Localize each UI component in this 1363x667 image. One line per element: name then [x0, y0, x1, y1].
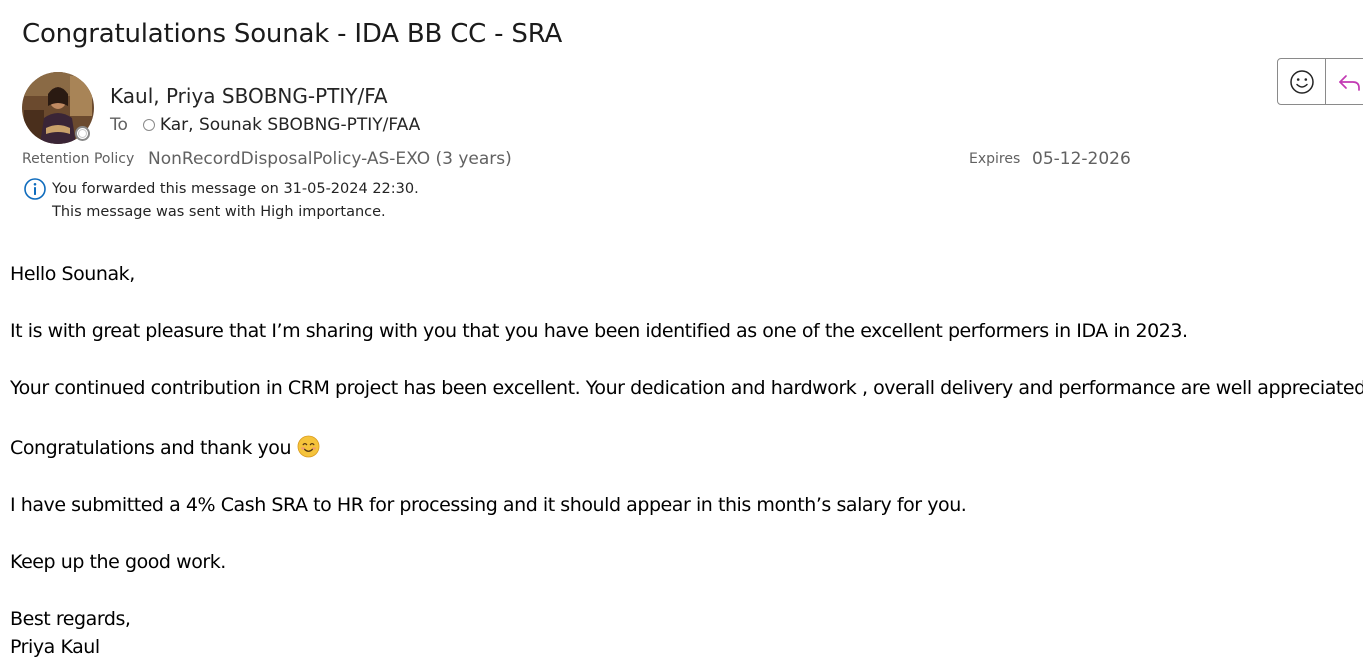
body-paragraph-5: Keep up the good work.	[10, 551, 226, 573]
reaction-button[interactable]	[1278, 59, 1325, 104]
forwarded-info: You forwarded this message on 31-05-2024…	[52, 181, 419, 197]
message-reading-pane: Congratulations Sounak - IDA BB CC - SRA…	[0, 0, 1363, 667]
message-actions-toolbar	[1277, 58, 1363, 105]
info-icon	[24, 178, 46, 200]
sender-name[interactable]: Kaul, Priya SBOBNG-PTIY/FA	[110, 82, 388, 110]
smiley-icon	[1289, 69, 1314, 94]
presence-status-icon	[75, 126, 90, 141]
body-paragraph-3: Congratulations and thank you	[10, 435, 320, 461]
retention-policy-value: NonRecordDisposalPolicy-AS-EXO (3 years)	[148, 149, 512, 169]
body-greeting: Hello Sounak,	[10, 263, 135, 285]
recipient-presence-icon	[142, 119, 155, 131]
body-closing: Best regards,	[10, 608, 131, 630]
smiling-face-emoji	[297, 435, 320, 458]
body-paragraph-1: It is with great pleasure that I’m shari…	[10, 320, 1188, 342]
to-label: To	[110, 115, 128, 135]
recipients-row: To Kar, Sounak SBOBNG-PTIY/FAA	[110, 113, 420, 137]
expires-label: Expires	[969, 151, 1021, 167]
expires-value: 05-12-2026	[1032, 149, 1131, 169]
body-paragraph-4: I have submitted a 4% Cash SRA to HR for…	[10, 494, 967, 516]
importance-info: This message was sent with High importan…	[52, 204, 386, 220]
retention-policy-label: Retention Policy	[22, 151, 135, 167]
body-paragraph-2: Your continued contribution in CRM proje…	[10, 377, 1363, 399]
message-subject: Congratulations Sounak - IDA BB CC - SRA	[22, 19, 563, 49]
recipient-name[interactable]: Kar, Sounak SBOBNG-PTIY/FAA	[160, 115, 420, 135]
body-signature: Priya Kaul	[10, 636, 100, 658]
reply-icon	[1339, 74, 1360, 91]
body-paragraph-3-text: Congratulations and thank you	[10, 437, 292, 459]
reply-button[interactable]	[1325, 59, 1363, 104]
